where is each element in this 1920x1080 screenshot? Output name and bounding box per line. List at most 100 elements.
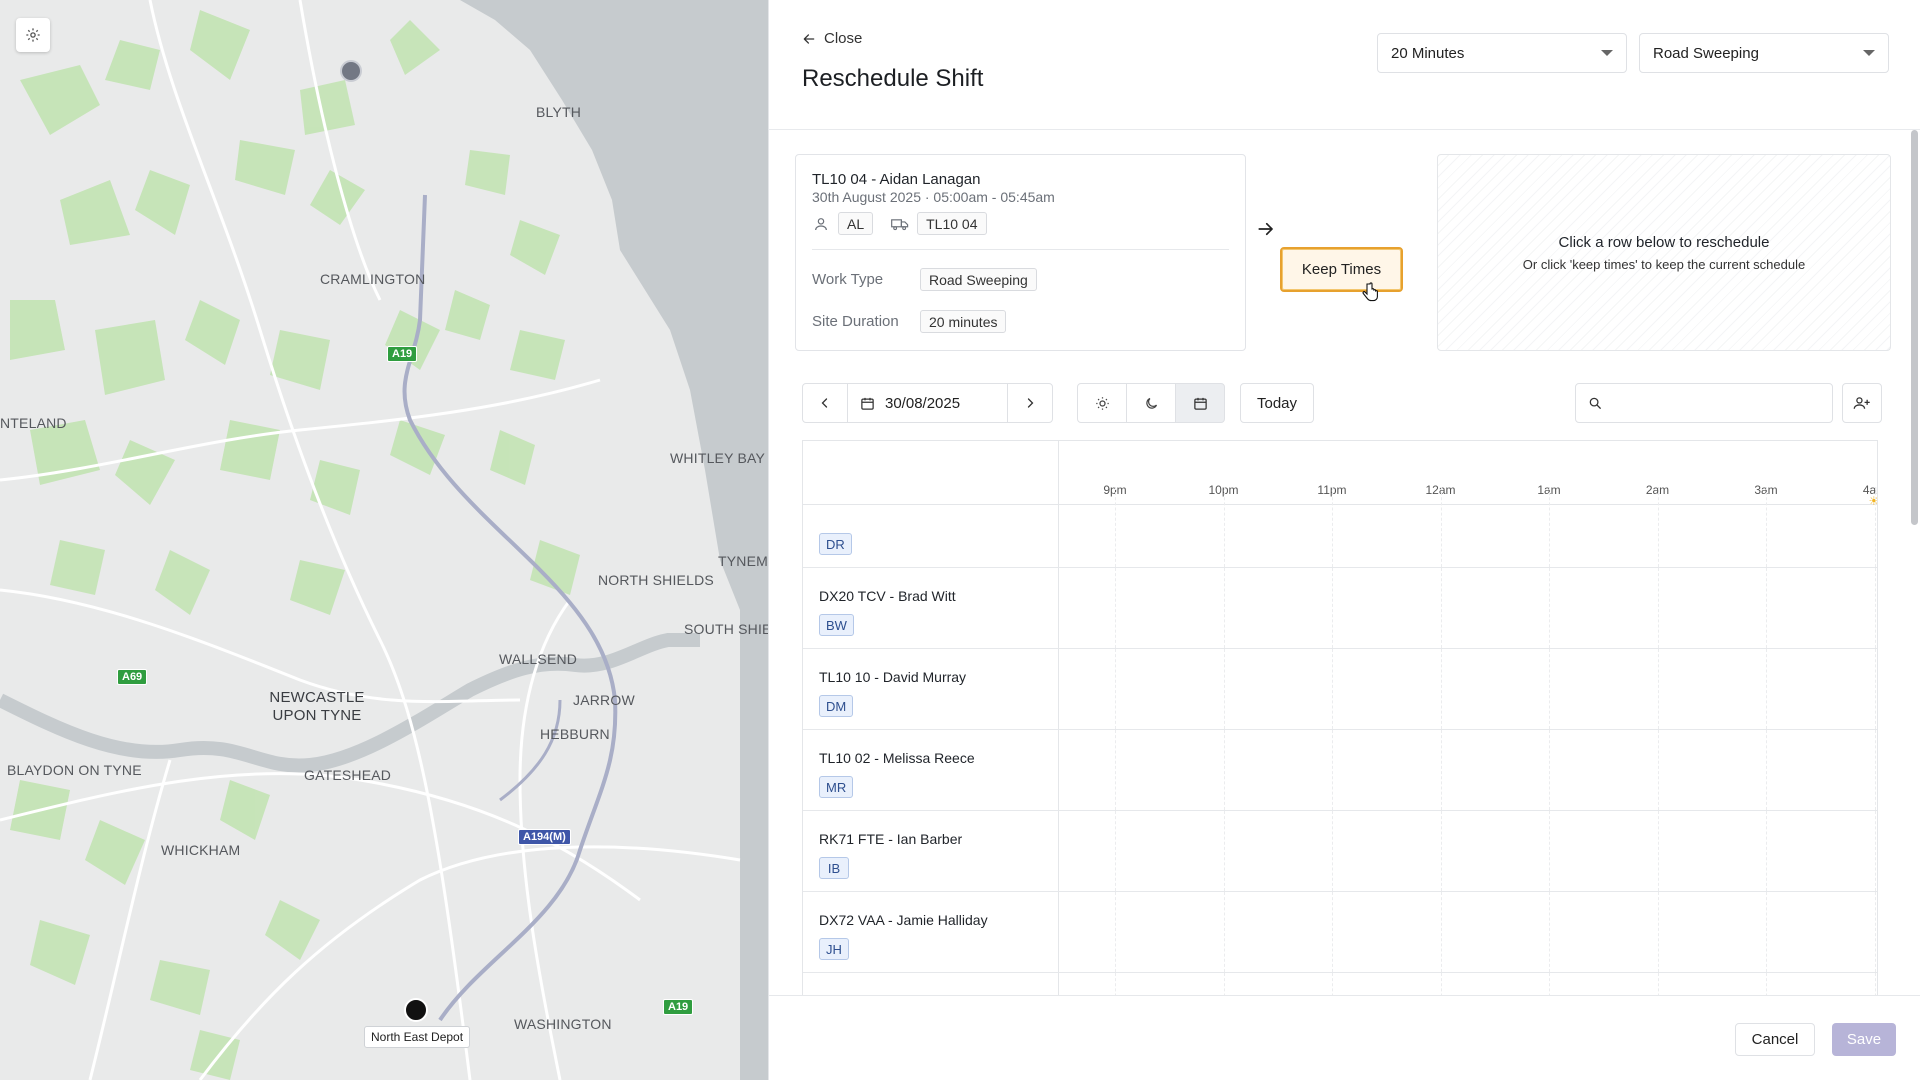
map-label-gateshead: GATESHEAD <box>304 767 392 783</box>
map-settings-button[interactable] <box>16 18 50 52</box>
hour-gridline <box>1332 730 1333 810</box>
arrow-right-icon <box>1258 222 1273 236</box>
hour-gridline <box>1223 973 1225 995</box>
panel-scrollbar[interactable] <box>1910 130 1920 995</box>
hour-gridline <box>1657 892 1659 972</box>
add-user-icon <box>1853 397 1870 409</box>
resource-cell: TL10 10 - David Murray DM <box>803 649 1059 729</box>
panel-footer: Cancel Save <box>769 995 1920 1080</box>
resource-initials-badge: BW <box>819 614 854 636</box>
work-type-select[interactable]: Road Sweeping <box>1639 33 1889 73</box>
hour-gridline <box>1440 811 1442 891</box>
hour-gridline <box>1549 487 1550 567</box>
moon-icon <box>1145 397 1157 409</box>
hour-gridline <box>1766 730 1767 810</box>
panel-header: Close Reschedule Shift 20 Minutes Road S… <box>769 0 1920 130</box>
resource-row[interactable]: DR <box>803 487 1877 568</box>
keep-times-button[interactable]: Keep Times <box>1280 247 1403 292</box>
hour-gridline <box>1766 568 1767 648</box>
map-label-whickham: WHICKHAM <box>161 842 241 858</box>
hour-gridline <box>1332 568 1333 648</box>
duration-select-value: 20 Minutes <box>1391 44 1465 62</box>
chevron-right-icon <box>1027 398 1034 408</box>
full-day-view-button[interactable] <box>1175 383 1225 423</box>
cancel-button[interactable]: Cancel <box>1735 1023 1815 1056</box>
hour-gridline <box>1549 568 1550 648</box>
hint-sub: Or click 'keep times' to keep the curren… <box>1522 256 1806 272</box>
hour-gridline <box>1549 730 1550 810</box>
hint-main: Click a row below to reschedule <box>1558 233 1770 251</box>
duration-select[interactable]: 20 Minutes <box>1377 33 1627 73</box>
shift-datetime: 30th August 2025 · 05:00am - 05:45am <box>812 189 1055 205</box>
search-input[interactable] <box>1612 395 1812 411</box>
work-type-select-value: Road Sweeping <box>1653 44 1759 62</box>
hour-gridline <box>1657 973 1659 995</box>
vehicle-chip: TL10 04 <box>917 212 987 235</box>
chevron-down-icon <box>1601 50 1613 56</box>
map-label-whitley-bay: WHITLEY BAY <box>670 450 766 466</box>
map-label-north-shields: NORTH SHIELDS <box>598 572 714 588</box>
resource-initials-badge: JH <box>819 938 849 960</box>
hour-gridline <box>1223 568 1225 648</box>
arrow-left-icon <box>803 33 815 44</box>
shift-divider <box>812 249 1229 250</box>
hour-gridline <box>1874 973 1876 995</box>
panel-scrollbar-thumb[interactable] <box>1911 130 1918 525</box>
hour-gridline <box>1115 487 1116 567</box>
map-marker-depot[interactable] <box>404 998 428 1022</box>
today-button[interactable]: Today <box>1240 383 1314 423</box>
hour-gridline <box>1874 811 1876 891</box>
search-icon <box>1589 397 1601 409</box>
next-day-button[interactable] <box>1007 383 1053 423</box>
schedule-grid[interactable]: 9pm10pm11pm12am1am2am3am4am☀ DRDX20 TCV … <box>802 440 1878 995</box>
close-button[interactable]: Close <box>802 30 862 47</box>
work-type-row: Work Type Road Sweeping <box>812 268 1037 291</box>
resource-row[interactable]: DX72 VAA - Jamie Halliday JH <box>803 892 1877 973</box>
resource-row[interactable]: TL10 02 - Melissa Reece MR <box>803 730 1877 811</box>
map-label-ponteland: NTELAND <box>0 415 67 431</box>
hour-gridline <box>1766 892 1767 972</box>
hour-gridline <box>1874 730 1876 810</box>
resource-row[interactable]: MJ24 VOH - Mark Sutton <box>803 973 1877 995</box>
hour-gridline <box>1332 649 1333 729</box>
hour-gridline <box>1115 568 1116 648</box>
map-label-blaydon: BLAYDON ON TYNE <box>7 762 142 778</box>
night-view-button[interactable] <box>1126 383 1176 423</box>
road-shield-a19-north: A19 <box>387 346 418 362</box>
resource-row[interactable]: DX20 TCV - Brad Witt BW <box>803 568 1877 649</box>
save-button[interactable]: Save <box>1832 1023 1896 1056</box>
hour-gridline <box>1657 487 1659 567</box>
resource-row[interactable]: TL10 10 - David Murray DM <box>803 649 1877 730</box>
date-picker[interactable]: 30/08/2025 <box>847 383 1008 423</box>
map-label-south-shields: SOUTH SHIEL <box>684 621 768 637</box>
map-label-jarrow: JARROW <box>573 692 635 708</box>
previous-day-button[interactable] <box>802 383 848 423</box>
resource-cell: MJ24 VOH - Mark Sutton <box>803 973 1059 995</box>
site-duration-row: Site Duration 20 minutes <box>812 310 1007 333</box>
date-value: 30/08/2025 <box>885 394 961 412</box>
road-shield-a69: A69 <box>117 669 148 685</box>
hour-gridline <box>1657 568 1659 648</box>
add-user-button[interactable] <box>1842 383 1882 423</box>
map-label-wallsend: WALLSEND <box>499 651 578 667</box>
road-shield-a194m: A194(M) <box>518 829 571 845</box>
resource-row[interactable]: RK71 FTE - Ian Barber IB <box>803 811 1877 892</box>
hour-gridline <box>1657 730 1659 810</box>
resource-search[interactable] <box>1575 383 1833 423</box>
page-title: Reschedule Shift <box>802 65 984 92</box>
map-view[interactable]: BLYTH CRAMLINGTON NTELAND WHITLEY BAY NO… <box>0 0 768 1080</box>
map-label-newcastle: NEWCASTLE UPON TYNE <box>269 689 365 724</box>
hour-gridline <box>1549 811 1550 891</box>
reschedule-target: Click a row below to reschedule Or click… <box>1437 154 1891 351</box>
hour-gridline <box>1332 487 1333 567</box>
map-marker-location[interactable] <box>340 60 362 82</box>
resource-cell: DR <box>803 487 1059 567</box>
hour-gridline <box>1440 568 1442 648</box>
map-canvas[interactable] <box>0 0 768 1080</box>
shift-card: TL10 04 - Aidan Lanagan 30th August 2025… <box>795 154 1246 351</box>
resource-name: RK71 FTE - Ian Barber <box>819 831 963 847</box>
day-view-button[interactable] <box>1077 383 1127 423</box>
map-label-washington: WASHINGTON <box>514 1016 612 1032</box>
hour-gridline <box>1549 892 1550 972</box>
hour-gridline <box>1766 487 1767 567</box>
